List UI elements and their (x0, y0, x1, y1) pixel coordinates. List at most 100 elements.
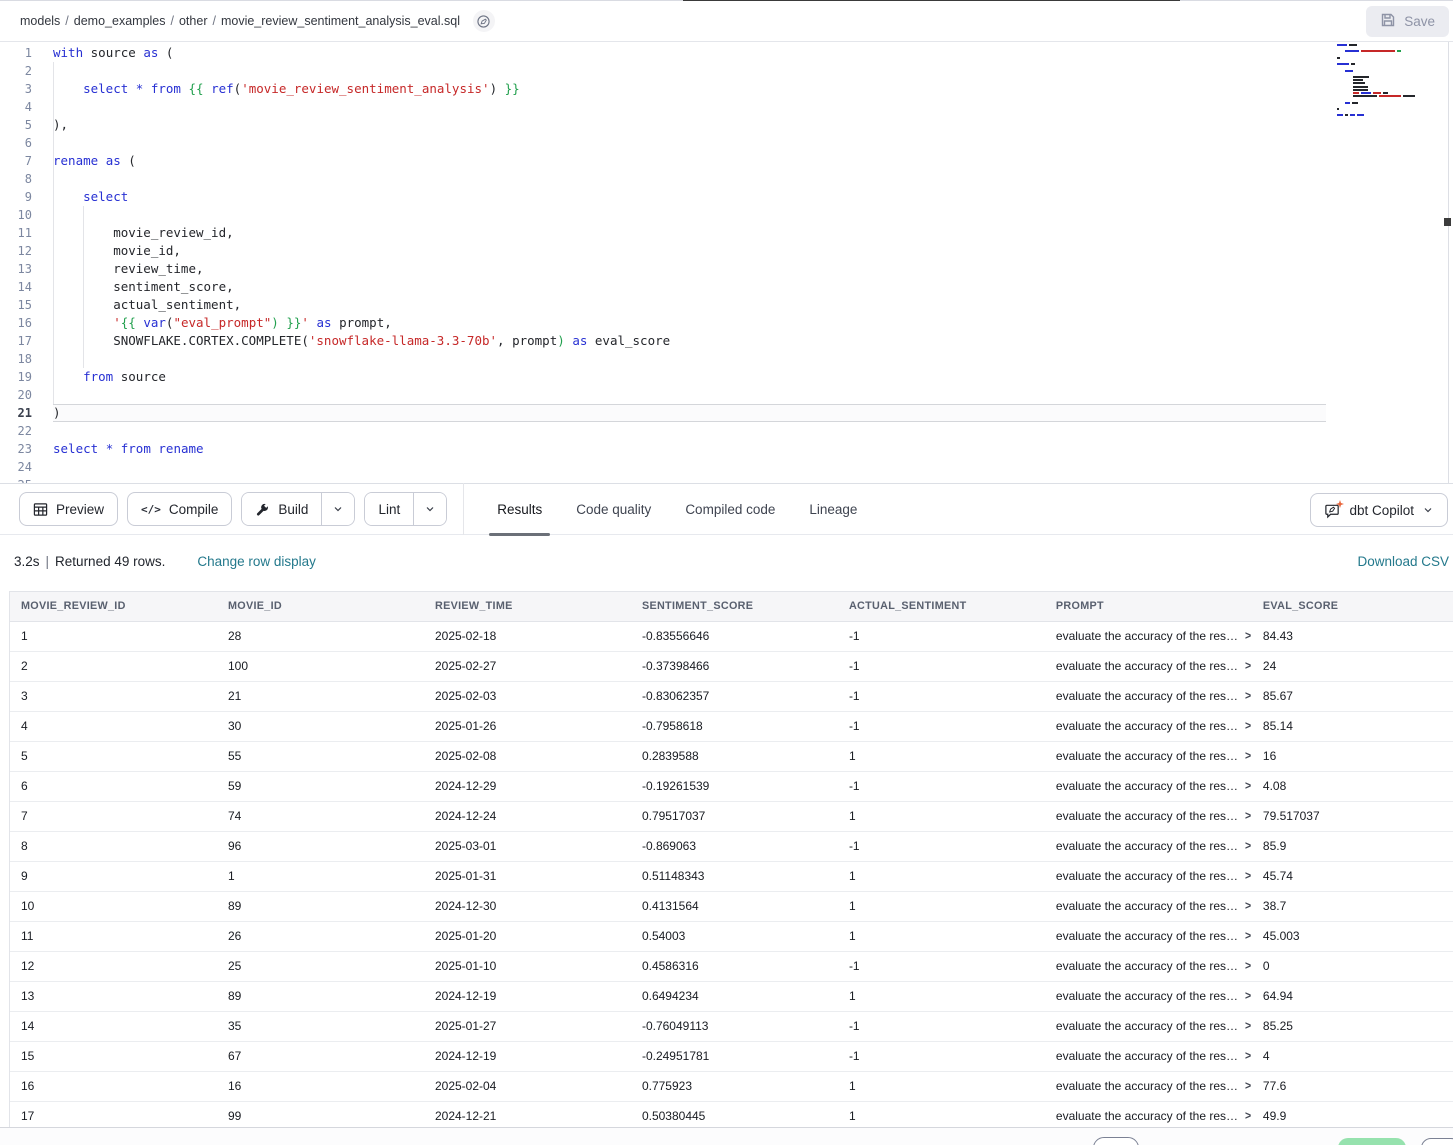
tab-compiled-code[interactable]: Compiled code (668, 483, 792, 535)
code-line[interactable] (53, 134, 1326, 152)
expand-cell-icon[interactable]: > (1245, 1019, 1251, 1033)
save-button[interactable]: Save (1366, 6, 1449, 37)
build-button[interactable]: Build (242, 493, 321, 525)
expand-cell-icon[interactable]: > (1245, 929, 1251, 943)
expand-cell-icon[interactable]: > (1245, 839, 1251, 853)
code-line[interactable]: actual_sentiment, (53, 296, 1326, 314)
cell: 2024-12-19 (424, 981, 631, 1011)
code-line[interactable] (53, 386, 1326, 404)
expand-cell-icon[interactable]: > (1245, 1079, 1251, 1093)
prompt-cell: evaluate the accuracy of the res…> (1045, 1101, 1252, 1127)
code-line[interactable]: from source (53, 368, 1326, 386)
tab-code-quality[interactable]: Code quality (559, 483, 668, 535)
breadcrumb-demo-examples[interactable]: demo_examples (74, 14, 166, 28)
expand-cell-icon[interactable]: > (1245, 629, 1251, 643)
expand-cell-icon[interactable]: > (1245, 1109, 1251, 1123)
cell: -1 (838, 621, 1045, 651)
column-header: REVIEW_TIME (424, 592, 631, 621)
prompt-cell: evaluate the accuracy of the res… > (1045, 741, 1252, 771)
prompt-cell: evaluate the accuracy of the res…> (1045, 681, 1252, 711)
code-line[interactable]: sentiment_score, (53, 278, 1326, 296)
code-lines[interactable]: with source as ( select * from {{ ref('m… (45, 44, 1326, 483)
table-row: 4302025-01-26-0.7958618-1evaluate the ac… (10, 711, 1453, 741)
lint-dropdown-chevron[interactable] (413, 493, 446, 525)
expand-cell-icon[interactable]: > (1245, 779, 1251, 793)
expand-cell-icon[interactable]: > (1245, 1049, 1251, 1063)
code-line[interactable] (53, 350, 1326, 368)
save-icon (1380, 12, 1396, 31)
cell: 21 (217, 681, 424, 711)
tab-lineage[interactable]: Lineage (792, 483, 874, 535)
code-line[interactable]: review_time, (53, 260, 1326, 278)
code-line[interactable] (53, 422, 1326, 440)
expand-cell-icon[interactable]: > (1245, 689, 1251, 703)
preview-button[interactable]: Preview (19, 492, 118, 526)
cell: 1 (838, 891, 1045, 921)
code-line[interactable] (53, 458, 1326, 476)
cell: 2025-01-31 (424, 861, 631, 891)
cell: -1 (838, 1041, 1045, 1071)
code-line[interactable]: with source as ( (53, 44, 1326, 62)
expand-cell-icon[interactable]: > (1245, 899, 1251, 913)
cell: -0.83556646 (631, 621, 838, 651)
cell: 45.003 (1252, 921, 1453, 951)
prompt-preview-text: evaluate the accuracy of the res… (1056, 749, 1238, 763)
breadcrumb-filename[interactable]: movie_review_sentiment_analysis_eval.sql (221, 14, 460, 28)
tab-results[interactable]: Results (480, 483, 559, 535)
code-line[interactable]: movie_id, (53, 242, 1326, 260)
download-csv-link[interactable]: Download CSV (1357, 554, 1449, 569)
expand-cell-icon[interactable]: > (1245, 989, 1251, 1003)
code-line[interactable] (53, 98, 1326, 116)
code-line[interactable] (53, 62, 1326, 80)
cell: 55 (217, 741, 424, 771)
change-row-display-link[interactable]: Change row display (197, 554, 316, 569)
code-line[interactable]: select * from {{ ref('movie_review_senti… (53, 80, 1326, 98)
cell: 85.14 (1252, 711, 1453, 741)
cell: 2024-12-24 (424, 801, 631, 831)
code-line[interactable] (53, 476, 1326, 483)
dbt-copilot-button[interactable]: dbt Copilot (1310, 493, 1448, 527)
breadcrumb-models[interactable]: models (20, 14, 60, 28)
code-minimap[interactable] (1337, 42, 1447, 142)
code-line[interactable]: rename as ( (53, 152, 1326, 170)
cell: 84.43 (1252, 621, 1453, 651)
cell: 9 (10, 861, 217, 891)
code-line[interactable]: SNOWFLAKE.CORTEX.COMPLETE('snowflake-lla… (53, 332, 1326, 350)
cell: 2025-02-08 (424, 741, 631, 771)
cell: 1 (10, 621, 217, 651)
editor-scrollbar-thumb[interactable] (1444, 218, 1451, 226)
build-dropdown-chevron[interactable] (321, 493, 354, 525)
prompt-preview-text: evaluate the accuracy of the res… (1056, 779, 1238, 793)
code-line[interactable]: movie_review_id, (53, 224, 1326, 242)
clipped-button[interactable] (1093, 1137, 1139, 1145)
cell: 5 (10, 741, 217, 771)
cell: 1 (838, 861, 1045, 891)
cell: 2025-01-27 (424, 1011, 631, 1041)
code-line[interactable]: '{{ var("eval_prompt") }}' as prompt, (53, 314, 1326, 332)
expand-cell-icon[interactable]: > (1245, 809, 1251, 823)
code-line[interactable] (53, 170, 1326, 188)
code-line[interactable]: ), (53, 116, 1326, 134)
cell: 1 (838, 921, 1045, 951)
expand-cell-icon[interactable]: > (1245, 959, 1251, 973)
expand-cell-icon[interactable]: > (1245, 749, 1251, 763)
breadcrumb-other[interactable]: other (179, 14, 208, 28)
code-line[interactable]: select * from rename (53, 440, 1326, 458)
build-label: Build (278, 502, 308, 517)
compile-button[interactable]: </> Compile (127, 492, 232, 526)
code-line[interactable]: ) (53, 404, 1326, 422)
code-line[interactable] (53, 206, 1326, 224)
expand-cell-icon[interactable]: > (1245, 869, 1251, 883)
cell: 99 (217, 1101, 424, 1127)
cell: -1 (838, 681, 1045, 711)
expand-cell-icon[interactable]: > (1245, 719, 1251, 733)
code-line[interactable]: select (53, 188, 1326, 206)
clipped-outline-button[interactable] (1421, 1138, 1453, 1145)
cell: -0.24951781 (631, 1041, 838, 1071)
code-editor[interactable]: 1234567891011121314151617181920212223242… (0, 42, 1453, 483)
clipped-green-button[interactable] (1338, 1138, 1406, 1145)
prompt-preview-text: evaluate the accuracy of the res… (1056, 989, 1238, 1003)
expand-cell-icon[interactable]: > (1245, 659, 1251, 673)
lint-button[interactable]: Lint (365, 493, 413, 525)
cell: 24 (1252, 651, 1453, 681)
